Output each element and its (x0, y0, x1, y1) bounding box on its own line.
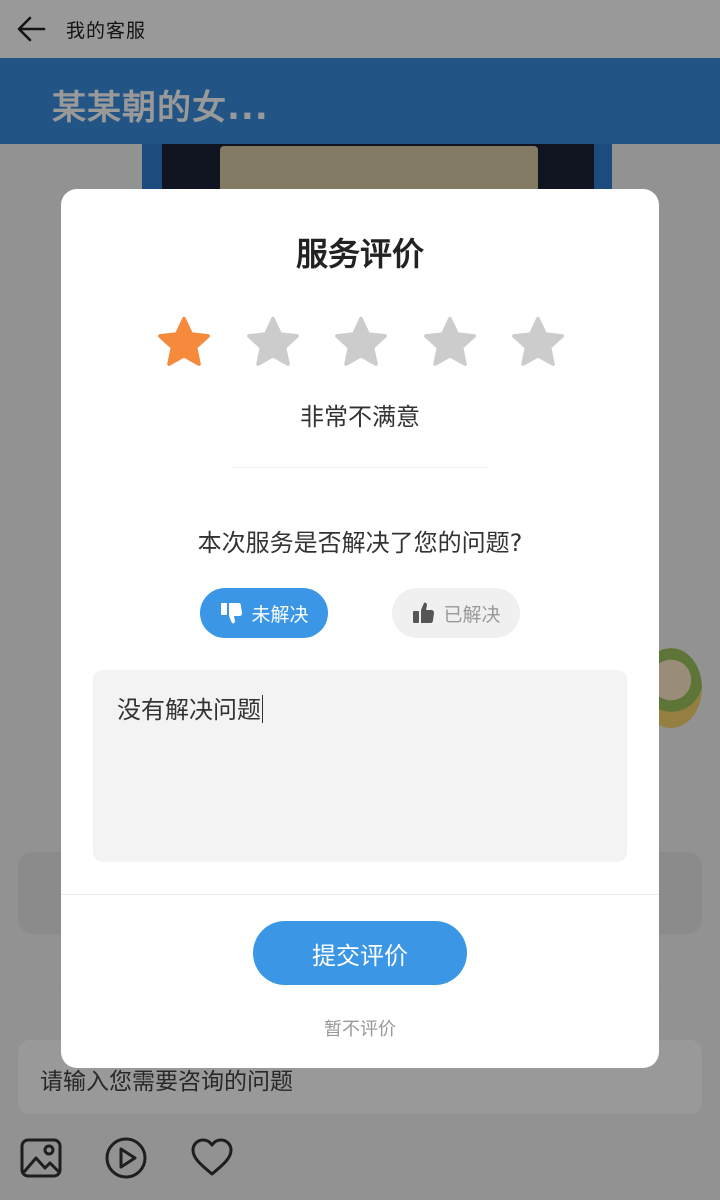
thumbs-down-icon (221, 603, 243, 624)
resolved-button[interactable]: 已解决 (392, 588, 520, 638)
unresolved-button[interactable]: 未解决 (200, 588, 328, 638)
submit-rating-button[interactable]: 提交评价 (253, 921, 467, 985)
star-icon[interactable] (155, 315, 213, 371)
skip-rating-link[interactable]: 暂不评价 (61, 1015, 659, 1041)
dialog-title: 服务评价 (295, 235, 424, 273)
comment-value: 没有解决问题 (117, 696, 261, 724)
resolved-label: 已解决 (443, 603, 501, 626)
star-rating (155, 315, 567, 371)
divider (231, 467, 487, 468)
star-icon[interactable] (421, 315, 479, 371)
text-caret (262, 695, 263, 723)
resolution-question: 本次服务是否解决了您的问题? (197, 529, 523, 557)
unresolved-label: 未解决 (251, 603, 309, 626)
rating-dialog: 服务评价 非常不满意 本次服务是否解决了您的问题? 未解决 已解决 没有解决问题… (61, 189, 659, 1068)
comment-textarea[interactable]: 没有解决问题 (93, 670, 627, 862)
star-icon[interactable] (332, 315, 390, 371)
star-icon[interactable] (244, 315, 302, 371)
divider (61, 894, 659, 895)
rating-label: 非常不满意 (300, 403, 420, 431)
comment-text: 没有解决问题 (117, 690, 263, 725)
star-icon[interactable] (509, 315, 567, 371)
thumbs-up-icon (413, 602, 435, 623)
